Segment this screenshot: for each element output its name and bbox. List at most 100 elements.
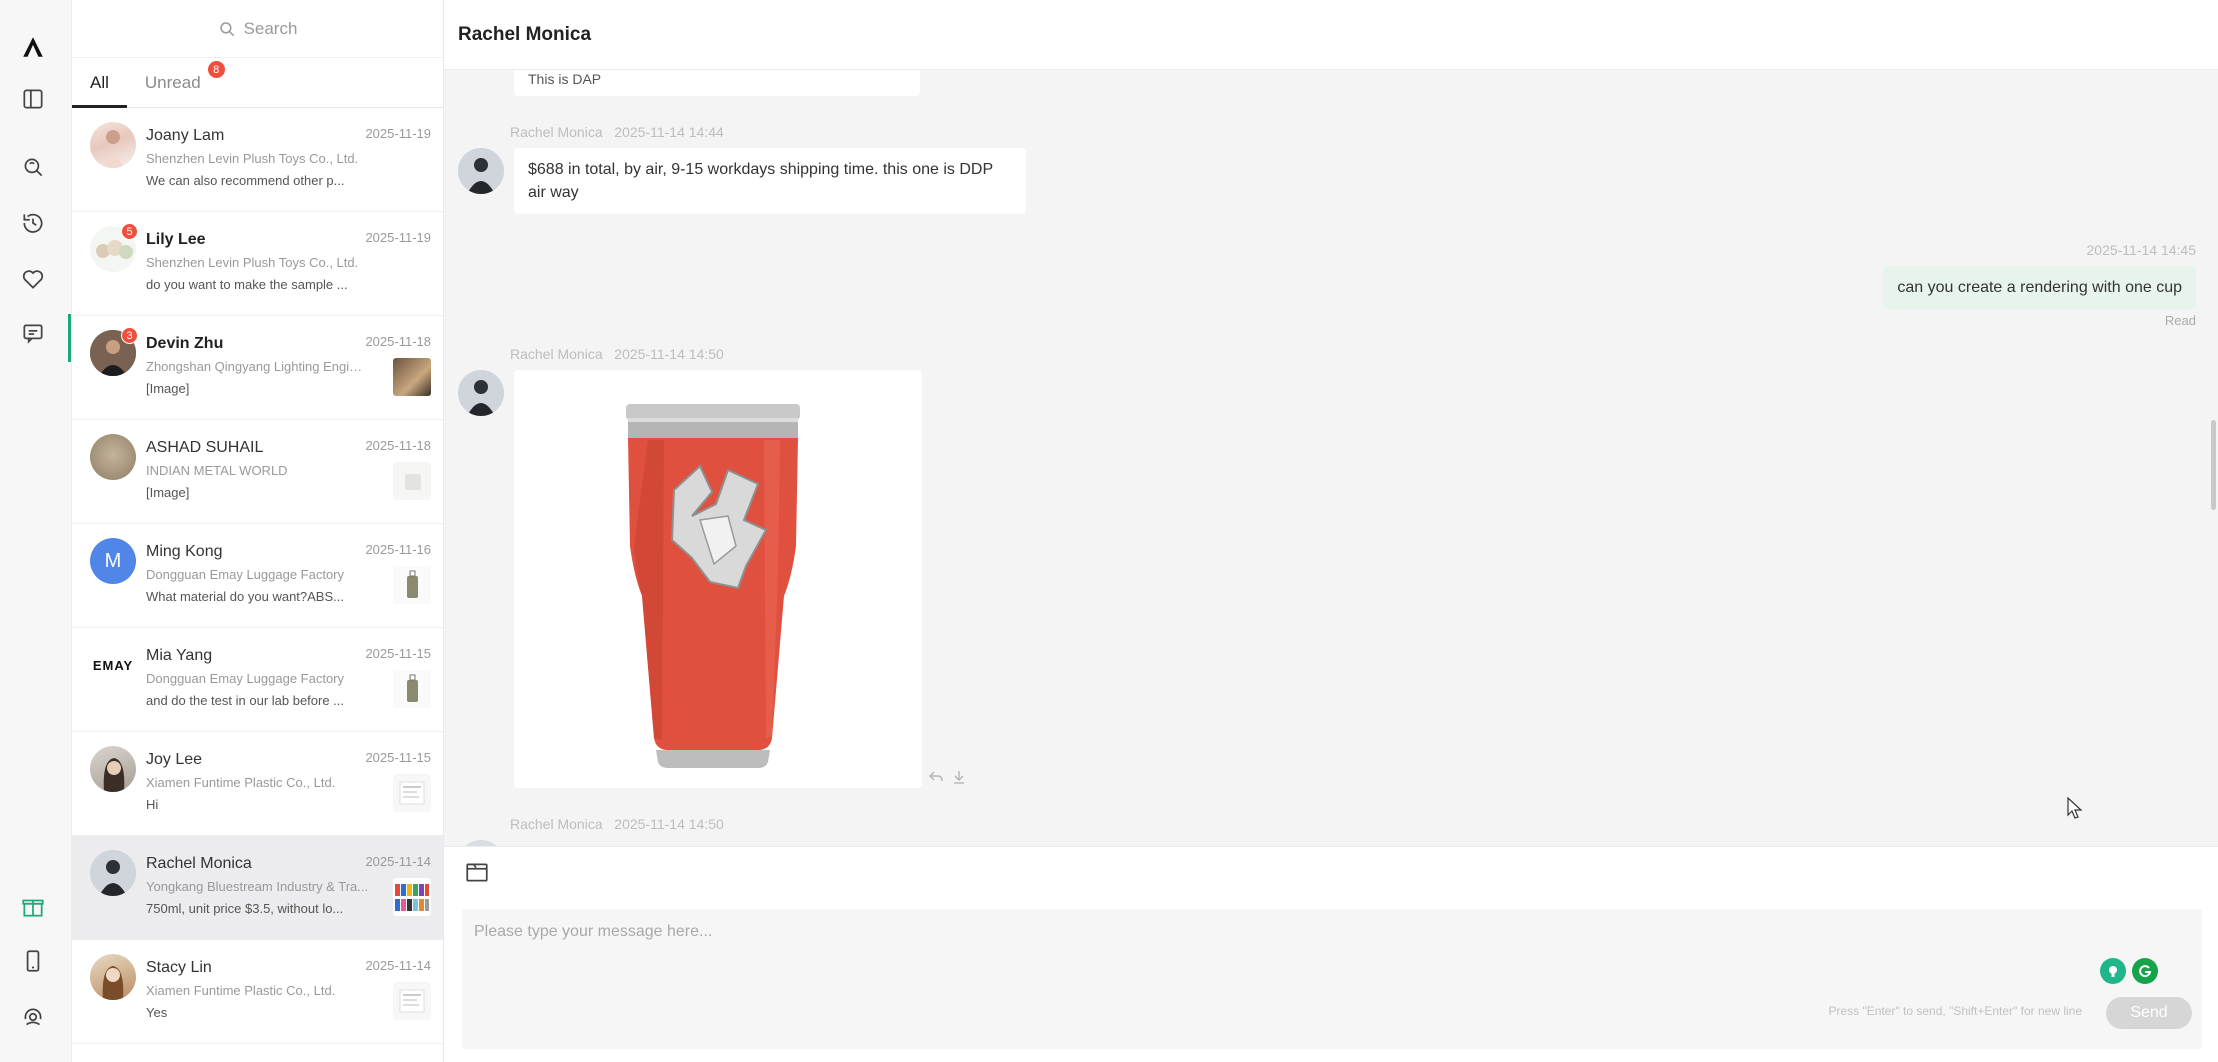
luggage-thumbnail[interactable] xyxy=(393,566,431,604)
phone-icon[interactable] xyxy=(18,946,48,976)
conversation-tabs: All Unread 8 xyxy=(72,58,443,108)
avatar-initial: M xyxy=(104,549,122,572)
image-thumbnail[interactable] xyxy=(393,462,431,500)
conversation-item[interactable]: Stacy Lin 2025-11-14 Xiamen Funtime Plas… xyxy=(72,940,443,1044)
conversation-item[interactable]: 3 Devin Zhu 2025-11-18 Zhongshan Qingyan… xyxy=(72,316,443,420)
message-icon[interactable] xyxy=(18,318,48,348)
search-label: Search xyxy=(243,18,298,38)
a-logo-icon[interactable] xyxy=(18,32,48,62)
message-area[interactable]: This is DAP Rachel Monica 2025-11-14 14:… xyxy=(444,70,2218,846)
message-input[interactable] xyxy=(462,909,2202,1049)
sidebar-panel-icon[interactable] xyxy=(18,84,48,114)
avatar xyxy=(90,122,136,168)
history-icon[interactable] xyxy=(18,208,48,238)
message-time: 2025-11-14 14:45 xyxy=(2086,242,2197,258)
company-name: Dongguan Emay Luggage Factory xyxy=(146,567,345,582)
company-name: Xiamen Funtime Plastic Co., Ltd. xyxy=(146,983,336,998)
message-snippet: 750ml, unit price $3.5, without lo... xyxy=(146,901,344,916)
conversation-date: 2025-11-19 xyxy=(365,230,431,245)
read-status: Read xyxy=(2164,313,2196,328)
luggage-thumbnail[interactable] xyxy=(393,670,431,708)
icon-rail xyxy=(0,0,72,1062)
image-thumbnail[interactable] xyxy=(393,358,431,396)
message-bubble: This is DAP xyxy=(514,70,920,96)
message-snippet: Yes xyxy=(146,1005,168,1020)
conversation-date: 2025-11-18 xyxy=(365,334,431,349)
active-indicator xyxy=(68,314,71,362)
scrollbar-thumb[interactable] xyxy=(2211,420,2216,510)
company-name: Shenzhen Levin Plush Toys Co., Ltd. xyxy=(146,255,359,270)
conversation-item-selected[interactable]: Rachel Monica 2025-11-14 Yongkang Bluest… xyxy=(72,836,443,940)
tab-all-label: All xyxy=(90,73,109,92)
cups-thumbnail[interactable] xyxy=(393,878,431,916)
message-snippet: What material do you want?ABS... xyxy=(146,589,344,604)
company-name: Zhongshan Qingyang Lighting Engin... xyxy=(146,359,364,374)
gift-icon[interactable] xyxy=(18,892,48,922)
message-snippet: do you want to make the sample ... xyxy=(146,277,348,292)
sender-avatar xyxy=(458,148,504,194)
message-snippet: [Image] xyxy=(146,381,190,396)
company-name: Yongkang Bluestream Industry & Tra... xyxy=(146,879,369,894)
message-composer: Press "Enter" to send, "Shift+Enter" for… xyxy=(444,846,2218,1062)
company-name: Dongguan Emay Luggage Factory xyxy=(146,671,345,686)
download-icon[interactable] xyxy=(952,770,966,789)
unread-count-badge: 8 xyxy=(207,61,225,78)
conversation-date: 2025-11-16 xyxy=(365,542,431,557)
message-meta: Rachel Monica 2025-11-14 14:50 xyxy=(510,346,724,362)
chat-header: Rachel Monica xyxy=(444,0,2218,70)
chat-panel: Rachel Monica This is DAP Rachel Monica … xyxy=(444,0,2218,1062)
message-snippet: We can also recommend other p... xyxy=(146,173,345,188)
conversation-item[interactable]: Joy Lee 2025-11-15 Xiamen Funtime Plasti… xyxy=(72,732,443,836)
message-meta: Rachel Monica 2025-11-14 14:44 xyxy=(510,124,724,140)
avatar: 3 xyxy=(90,327,138,376)
headset-support-icon[interactable] xyxy=(18,1002,48,1032)
conversation-date: 2025-11-14 xyxy=(365,854,431,869)
sender-name: Rachel Monica xyxy=(510,124,603,140)
heart-icon[interactable] xyxy=(18,264,48,294)
message-snippet: and do the test in our lab before ... xyxy=(146,693,345,708)
company-logo-text: EMAY xyxy=(92,657,134,673)
reply-icon[interactable] xyxy=(928,770,944,789)
document-thumbnail[interactable] xyxy=(393,982,431,1020)
message-snippet: Hi xyxy=(146,797,159,812)
company-name: Shenzhen Levin Plush Toys Co., Ltd. xyxy=(146,151,359,166)
send-button[interactable]: Send xyxy=(2106,997,2192,1029)
search-refresh-icon[interactable] xyxy=(18,152,48,182)
document-thumbnail[interactable] xyxy=(393,774,431,812)
sender-avatar xyxy=(458,370,504,416)
conversation-list-panel: Search All Unread 8 Joany Lam 2025-11-19… xyxy=(72,0,444,1062)
company-name: INDIAN METAL WORLD xyxy=(146,463,288,478)
conversation-item[interactable]: Joany Lam 2025-11-19 Shenzhen Levin Plus… xyxy=(72,108,443,212)
sender-name: Rachel Monica xyxy=(510,816,603,832)
message-time: 2025-11-14 14:44 xyxy=(614,124,724,140)
conversation-date: 2025-11-15 xyxy=(365,750,431,765)
message-time: 2025-11-14 14:50 xyxy=(614,816,724,832)
message-bubble: $688 in total, by air, 9-15 workdays shi… xyxy=(514,148,1026,214)
conversation-item[interactable]: ASHAD SUHAIL 2025-11-18 INDIAN METAL WOR… xyxy=(72,420,443,524)
avatar xyxy=(90,434,136,480)
avatar xyxy=(90,954,136,1000)
tab-unread[interactable]: Unread 8 xyxy=(127,61,225,107)
mouse-cursor-icon xyxy=(2067,796,2083,819)
message-meta: Rachel Monica 2025-11-14 14:50 xyxy=(510,816,724,832)
tab-all[interactable]: All xyxy=(72,73,127,108)
search-box[interactable]: Search xyxy=(72,0,443,58)
assistant-bulb-icon[interactable] xyxy=(2100,958,2126,984)
company-name: Xiamen Funtime Plastic Co., Ltd. xyxy=(146,775,336,790)
avatar xyxy=(90,746,136,792)
red-tumbler-cup-image[interactable] xyxy=(514,370,922,788)
folder-attach-icon[interactable] xyxy=(464,859,490,885)
avatar: M xyxy=(90,538,136,584)
message-text: can you create a rendering with one cup xyxy=(1897,279,2182,296)
avatar xyxy=(90,850,136,896)
grammarly-icon[interactable] xyxy=(2132,958,2158,984)
own-message-bubble: can you create a rendering with one cup xyxy=(1883,266,2196,309)
chat-title: Rachel Monica xyxy=(458,23,592,45)
conversation-item[interactable]: M Ming Kong 2025-11-16 Dongguan Emay Lug… xyxy=(72,524,443,628)
conversation-date: 2025-11-15 xyxy=(365,646,431,661)
avatar: 5 xyxy=(90,223,138,272)
message-text: $688 in total, by air, 9-15 workdays shi… xyxy=(528,161,993,201)
conversation-item[interactable]: 5 Lily Lee 2025-11-19 Shenzhen Levin Plu… xyxy=(72,212,443,316)
unread-count-badge: 5 xyxy=(121,223,138,240)
conversation-item[interactable]: EMAY Mia Yang 2025-11-15 Dongguan Emay L… xyxy=(72,628,443,732)
